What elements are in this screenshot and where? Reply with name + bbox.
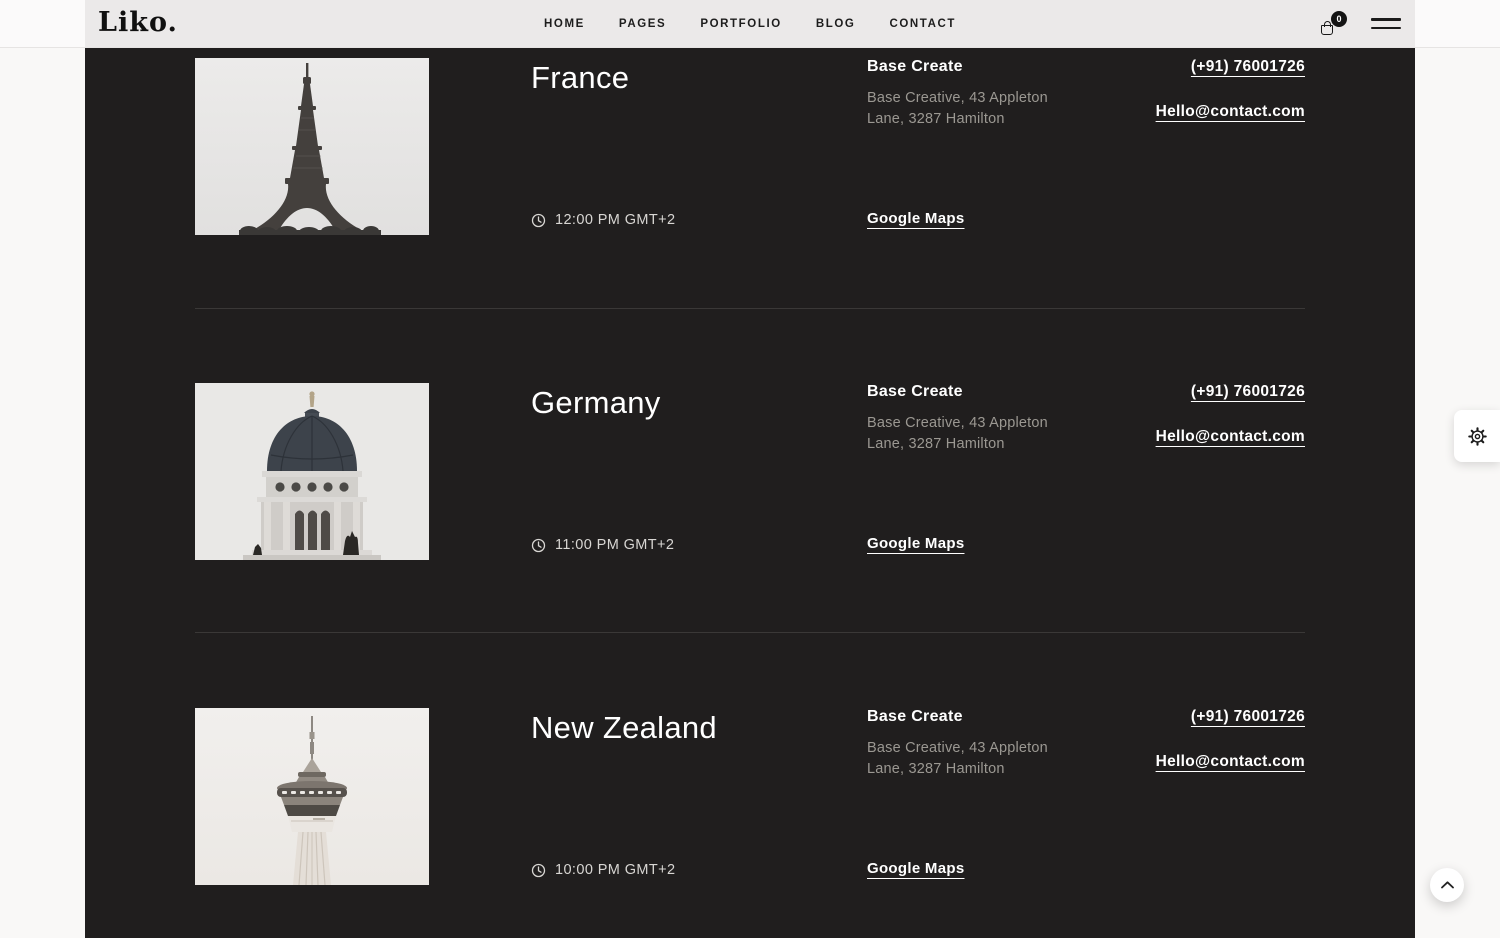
- row-divider: [195, 632, 1305, 633]
- local-time-text: 10:00 PM GMT+2: [555, 862, 675, 878]
- contact-links: (+91) 76001726 Hello@contact.com: [1156, 708, 1305, 771]
- email-link[interactable]: Hello@contact.com: [1156, 428, 1305, 446]
- nav-item-portfolio[interactable]: PORTFOLIO: [700, 18, 781, 30]
- chevron-up-icon: [1441, 881, 1454, 889]
- location-row-france: France 12:00 PM GMT+2 Base Create Base C…: [195, 58, 1305, 235]
- nav-item-blog[interactable]: BLOG: [816, 18, 856, 30]
- google-maps-link[interactable]: Google Maps: [867, 535, 964, 552]
- company-name: Base Create: [867, 58, 1147, 76]
- email-link[interactable]: Hello@contact.com: [1156, 753, 1305, 771]
- location-row-germany: Germany 11:00 PM GMT+2 Base Create Base …: [195, 383, 1305, 560]
- hamburger-menu-icon[interactable]: [1371, 18, 1401, 29]
- nav-item-home[interactable]: HOME: [544, 18, 585, 30]
- main-nav: HOME PAGES PORTFOLIO BLOG CONTACT: [544, 0, 956, 47]
- location-country: New Zealand: [531, 708, 717, 748]
- contact-links: (+91) 76001726 Hello@contact.com: [1156, 58, 1305, 121]
- row-divider: [195, 308, 1305, 309]
- site-header: Liko. HOME PAGES PORTFOLIO BLOG CONTACT …: [0, 0, 1500, 48]
- local-time-text: 11:00 PM GMT+2: [555, 537, 674, 553]
- cathedral-dome-illustration: [195, 383, 429, 560]
- header-bar: Liko. HOME PAGES PORTFOLIO BLOG CONTACT …: [85, 0, 1415, 47]
- local-time-text: 12:00 PM GMT+2: [555, 212, 675, 228]
- company-name: Base Create: [867, 708, 1147, 726]
- eiffel-tower-illustration: [195, 58, 429, 235]
- phone-link[interactable]: (+91) 76001726: [1156, 708, 1305, 726]
- local-time: 11:00 PM GMT+2: [531, 537, 674, 553]
- company-block: Base Create Base Creative, 43 AppletonLa…: [867, 708, 1147, 780]
- header-icons: 0: [1319, 0, 1401, 47]
- clock-icon: [531, 538, 546, 553]
- company-block: Base Create Base Creative, 43 AppletonLa…: [867, 58, 1147, 130]
- location-country: Germany: [531, 383, 661, 423]
- location-photo-germany: [195, 383, 429, 560]
- company-address: Base Creative, 43 AppletonLane, 3287 Ham…: [867, 413, 1147, 455]
- location-photo-france: [195, 58, 429, 235]
- location-country: France: [531, 58, 629, 98]
- gear-icon: [1467, 426, 1488, 447]
- company-address: Base Creative, 43 AppletonLane, 3287 Ham…: [867, 88, 1147, 130]
- local-time: 12:00 PM GMT+2: [531, 212, 675, 228]
- clock-icon: [531, 863, 546, 878]
- google-maps-link[interactable]: Google Maps: [867, 210, 964, 227]
- sky-tower-illustration: [195, 708, 429, 885]
- location-row-new-zealand: New Zealand 10:00 PM GMT+2 Base Create B…: [195, 708, 1305, 885]
- location-photo-new-zealand: [195, 708, 429, 885]
- email-link[interactable]: Hello@contact.com: [1156, 103, 1305, 121]
- scroll-to-top-button[interactable]: [1430, 868, 1464, 902]
- company-name: Base Create: [867, 383, 1147, 401]
- nav-item-pages[interactable]: PAGES: [619, 18, 666, 30]
- google-maps-link[interactable]: Google Maps: [867, 860, 964, 877]
- local-time: 10:00 PM GMT+2: [531, 862, 675, 878]
- phone-link[interactable]: (+91) 76001726: [1156, 383, 1305, 401]
- company-address: Base Creative, 43 AppletonLane, 3287 Ham…: [867, 738, 1147, 780]
- phone-link[interactable]: (+91) 76001726: [1156, 58, 1305, 76]
- site-logo[interactable]: Liko.: [98, 7, 178, 38]
- company-block: Base Create Base Creative, 43 AppletonLa…: [867, 383, 1147, 455]
- cart-count-badge: 0: [1331, 11, 1347, 27]
- nav-item-contact[interactable]: CONTACT: [889, 18, 956, 30]
- clock-icon: [531, 213, 546, 228]
- cart-button[interactable]: 0: [1319, 10, 1347, 38]
- contact-links: (+91) 76001726 Hello@contact.com: [1156, 383, 1305, 446]
- shopping-bag-icon: [1321, 25, 1333, 35]
- settings-panel-toggle[interactable]: [1454, 410, 1500, 462]
